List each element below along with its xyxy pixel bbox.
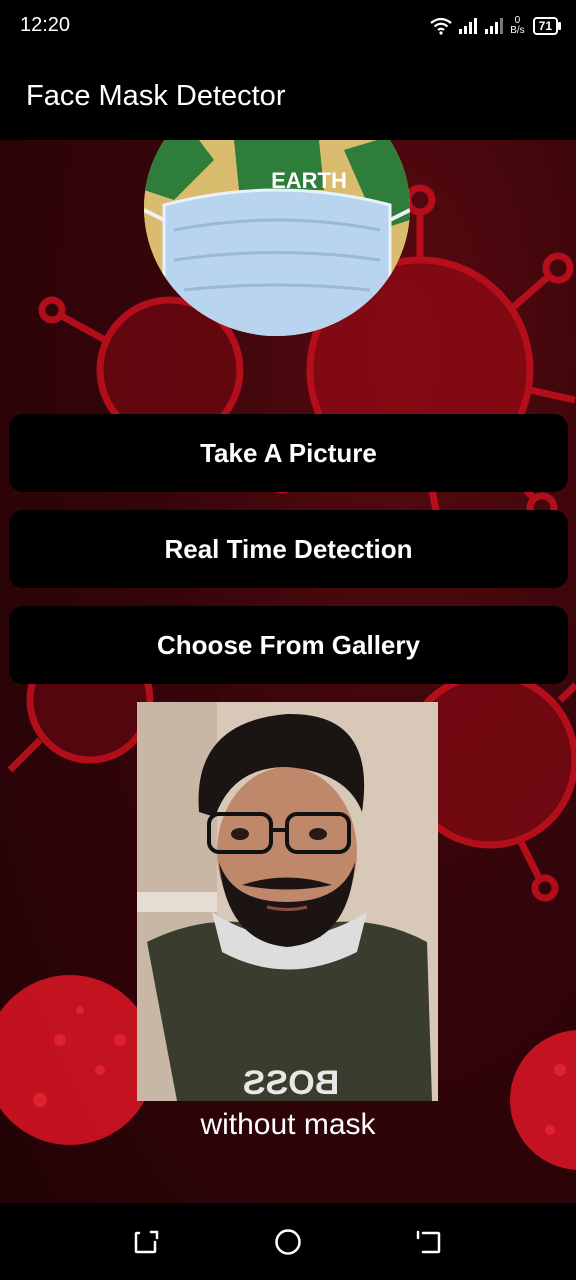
choose-from-gallery-button[interactable]: Choose From Gallery xyxy=(9,606,568,684)
battery-icon: 71 xyxy=(532,17,562,35)
status-time: 12:20 xyxy=(20,14,71,36)
net-speed: 0 B/s xyxy=(510,16,524,36)
net-speed-unit: B/s xyxy=(510,25,525,36)
app-bar: Face Mask Detector xyxy=(0,52,576,140)
back-icon[interactable] xyxy=(412,1226,444,1258)
wifi-icon xyxy=(430,17,452,35)
shirt-text: BOSS xyxy=(243,1064,339,1101)
signal-icon-2 xyxy=(485,18,504,34)
navigation-bar xyxy=(0,1203,576,1280)
result-photo: BOSS xyxy=(137,702,438,1101)
real-time-detection-button[interactable]: Real Time Detection xyxy=(9,510,568,588)
recent-apps-icon[interactable] xyxy=(131,1226,163,1258)
status-bar: 12:20 0 B/s 71 xyxy=(0,0,576,52)
app-title: Face Mask Detector xyxy=(26,80,286,112)
status-icons: 0 B/s 71 xyxy=(430,12,562,40)
signal-icon-1 xyxy=(459,18,478,34)
home-icon[interactable] xyxy=(272,1226,304,1258)
take-picture-button[interactable]: Take A Picture xyxy=(9,414,568,492)
main-content: EARTH Take A Picture Real Time Detection… xyxy=(0,140,576,1203)
result-label: without mask xyxy=(200,1108,376,1141)
